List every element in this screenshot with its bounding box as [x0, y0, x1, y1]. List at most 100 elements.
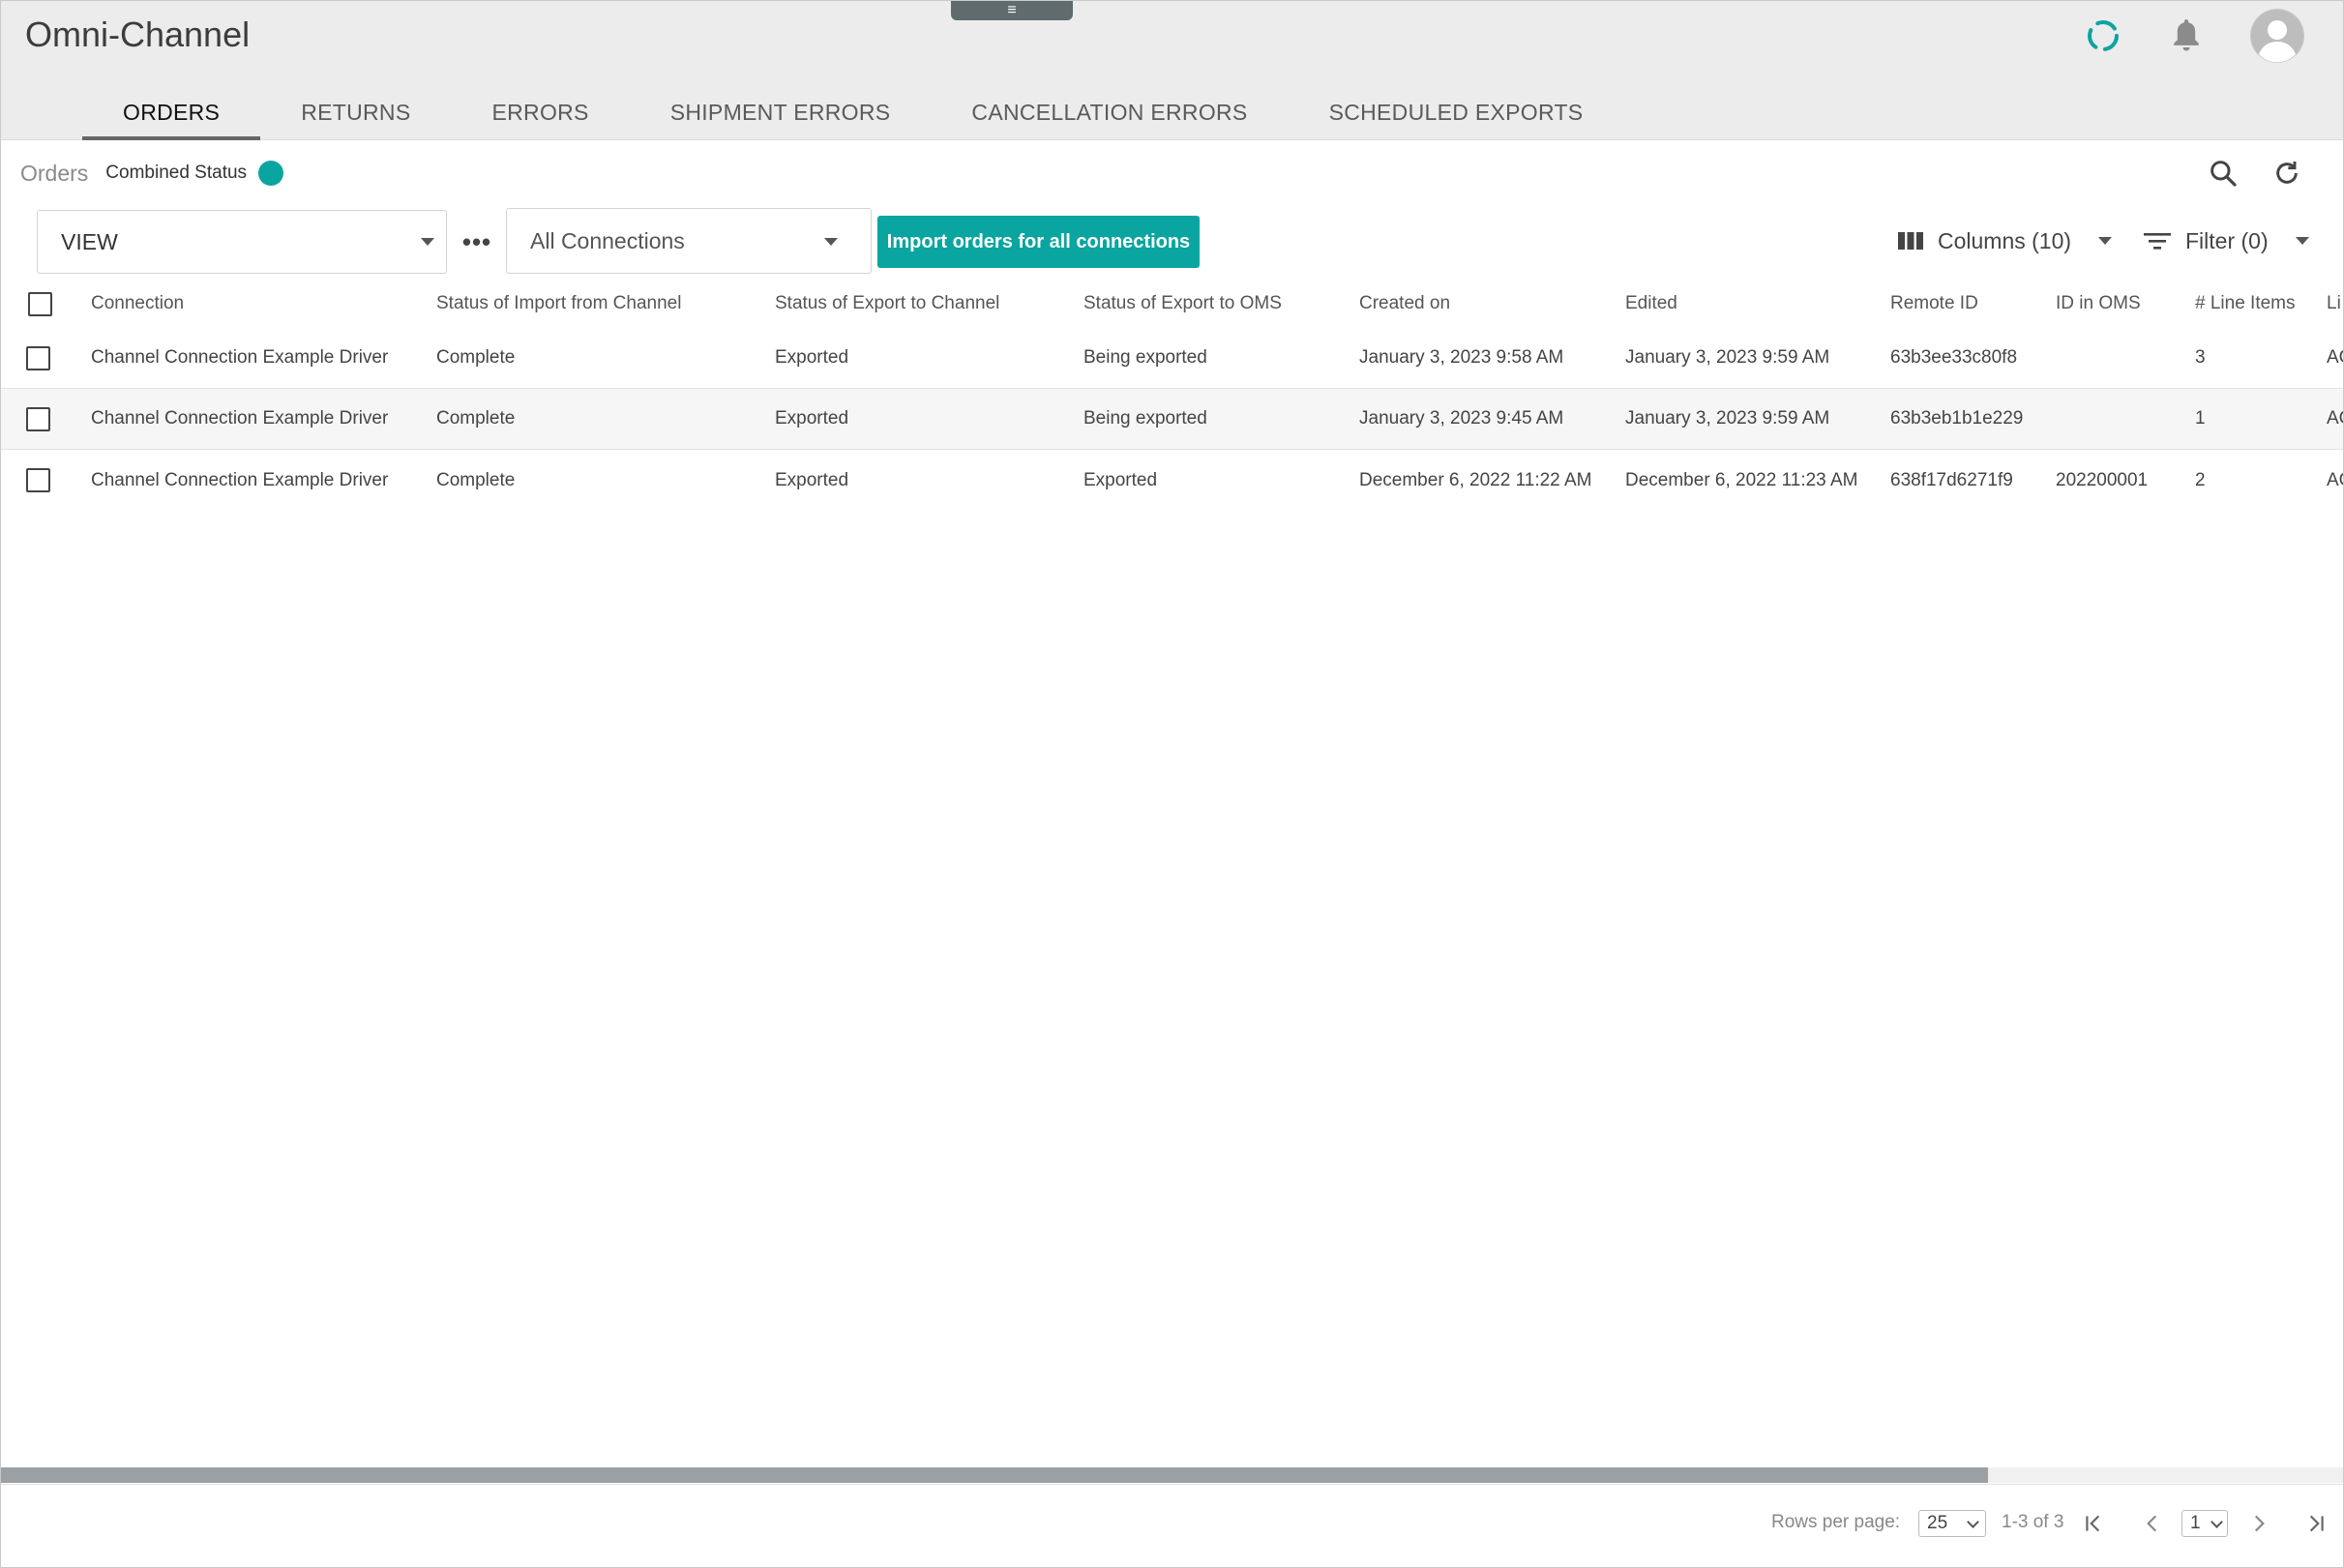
dropdown-caret-icon: [2295, 237, 2309, 245]
table-row[interactable]: Channel Connection Example Driver Comple…: [1, 328, 2343, 389]
cell-edited: December 6, 2022 11:23 AM: [1625, 469, 1858, 490]
filter-button[interactable]: Filter (0): [2143, 220, 2309, 262]
app-title: Omni-Channel: [25, 15, 251, 54]
row-select-cell: [26, 328, 50, 388]
tab-scheduled-exports[interactable]: SCHEDULED EXPORTS: [1289, 84, 1624, 140]
refresh-icon[interactable]: [2268, 154, 2306, 192]
dropdown-caret-icon: [824, 238, 838, 246]
cell-export-channel-status: Exported: [775, 408, 849, 429]
loading-spinner-icon: [2084, 16, 2122, 55]
pagination-range: 1-3 of 3: [2002, 1512, 2064, 1532]
cell-created-on: December 6, 2022 11:22 AM: [1359, 469, 1592, 490]
cell-created-on: January 3, 2023 9:58 AM: [1359, 347, 1564, 368]
column-header-connection[interactable]: Connection: [91, 280, 184, 328]
column-header-id-in-oms[interactable]: ID in OMS: [2056, 280, 2141, 328]
cell-line-items: 1: [2195, 408, 2206, 429]
app-window: Omni-Channel ≡ ORDERS RETURNS ERRORS SHI…: [0, 0, 2344, 1568]
select-all-cell: [28, 280, 52, 328]
cell-export-channel-status: Exported: [775, 469, 849, 490]
filter-icon: [2144, 233, 2171, 250]
page-select-value: 1: [2190, 1513, 2201, 1533]
column-header-edited[interactable]: Edited: [1625, 280, 1677, 328]
notifications-bell-icon[interactable]: [2167, 15, 2206, 57]
user-avatar[interactable]: [2250, 9, 2304, 63]
breadcrumb: Orders Combined Status: [20, 156, 284, 191]
tab-returns[interactable]: RETURNS: [260, 84, 451, 140]
combined-status-label: Combined Status: [105, 163, 248, 183]
rows-per-page-value: 25: [1927, 1513, 1948, 1533]
app-header: Omni-Channel ≡ ORDERS RETURNS ERRORS SHI…: [1, 1, 2343, 140]
row-checkbox[interactable]: [26, 345, 50, 370]
view-select[interactable]: VIEW: [37, 210, 447, 274]
cell-truncated: AC: [2327, 408, 2343, 429]
table-header-row: Connection Status of Import from Channel…: [1, 280, 2343, 328]
tab-cancellation-errors[interactable]: CANCELLATION ERRORS: [931, 84, 1288, 140]
dropdown-caret-icon: [421, 238, 434, 246]
cell-connection: Channel Connection Example Driver: [91, 469, 389, 490]
header-actions: [2084, 9, 2304, 63]
cell-export-oms-status: Being exported: [1083, 347, 1207, 368]
table-row[interactable]: Channel Connection Example Driver Comple…: [1, 389, 2343, 450]
cell-import-status: Complete: [436, 469, 516, 490]
cell-export-oms-status: Exported: [1083, 469, 1158, 490]
chevron-down-icon: [1967, 1516, 1979, 1528]
filter-button-label: Filter (0): [2185, 227, 2269, 253]
connection-select[interactable]: All Connections: [506, 208, 872, 274]
combined-status-indicator: [258, 161, 284, 186]
previous-page-button[interactable]: [2133, 1504, 2172, 1543]
row-checkbox[interactable]: [26, 468, 50, 492]
columns-button[interactable]: Columns (10): [1897, 220, 2113, 262]
column-header-truncated[interactable]: Li: [2327, 280, 2343, 328]
breadcrumb-orders: Orders: [20, 160, 89, 186]
column-header-created-on[interactable]: Created on: [1359, 280, 1450, 328]
row-checkbox[interactable]: [26, 406, 50, 431]
tab-orders[interactable]: ORDERS: [82, 84, 261, 140]
tab-errors[interactable]: ERRORS: [451, 84, 629, 140]
cell-import-status: Complete: [436, 347, 516, 368]
cell-connection: Channel Connection Example Driver: [91, 347, 389, 368]
last-page-button[interactable]: [2296, 1504, 2334, 1543]
column-header-remote-id[interactable]: Remote ID: [1890, 280, 1978, 328]
column-header-export-oms-status[interactable]: Status of Export to OMS: [1083, 280, 1282, 328]
columns-icon: [1898, 232, 1923, 250]
cell-import-status: Complete: [436, 408, 516, 429]
horizontal-scrollbar-thumb[interactable]: [1, 1467, 1988, 1483]
columns-button-label: Columns (10): [1938, 227, 2072, 253]
cell-id-in-oms: 202200001: [2056, 469, 2149, 490]
main-tabs: ORDERS RETURNS ERRORS SHIPMENT ERRORS CA…: [82, 84, 1623, 140]
search-icon[interactable]: [2204, 154, 2242, 192]
next-page-button[interactable]: [2240, 1504, 2278, 1543]
first-page-icon: [2086, 1515, 2100, 1532]
cell-truncated: AC: [2327, 347, 2343, 368]
row-select-cell: [26, 450, 50, 511]
cell-edited: January 3, 2023 9:59 AM: [1625, 347, 1830, 368]
tab-shipment-errors[interactable]: SHIPMENT ERRORS: [630, 84, 932, 140]
first-page-button[interactable]: [2075, 1504, 2114, 1543]
list-tools: [2204, 154, 2306, 192]
rows-per-page-select[interactable]: 25: [1918, 1510, 1986, 1537]
cell-edited: January 3, 2023 9:59 AM: [1625, 408, 1830, 429]
view-select-label: VIEW: [61, 228, 118, 254]
column-header-export-channel-status[interactable]: Status of Export to Channel: [775, 280, 999, 328]
menu-drawer-handle[interactable]: ≡: [951, 1, 1073, 20]
orders-table: Connection Status of Import from Channel…: [1, 280, 2343, 511]
select-all-checkbox[interactable]: [28, 291, 52, 316]
cell-export-channel-status: Exported: [775, 347, 849, 368]
column-header-import-status[interactable]: Status of Import from Channel: [436, 280, 681, 328]
cell-export-oms-status: Being exported: [1083, 408, 1207, 429]
import-orders-button[interactable]: Import orders for all connections: [877, 216, 1200, 268]
cell-connection: Channel Connection Example Driver: [91, 408, 389, 429]
column-header-line-items[interactable]: # Line Items: [2195, 280, 2296, 328]
cell-created-on: January 3, 2023 9:45 AM: [1359, 408, 1564, 429]
chevron-right-icon: [2254, 1515, 2265, 1532]
rows-per-page-label: Rows per page:: [1771, 1512, 1901, 1532]
last-page-icon: [2309, 1515, 2324, 1532]
page-select[interactable]: 1: [2181, 1510, 2228, 1537]
chevron-left-icon: [2147, 1515, 2157, 1532]
cell-remote-id: 638f17d6271f9: [1890, 469, 2013, 490]
cell-truncated: AC: [2327, 469, 2343, 490]
more-options-button[interactable]: •••: [460, 227, 494, 256]
table-row[interactable]: Channel Connection Example Driver Comple…: [1, 450, 2343, 511]
cell-remote-id: 63b3ee33c80f8: [1890, 347, 2018, 368]
row-select-cell: [26, 389, 50, 449]
